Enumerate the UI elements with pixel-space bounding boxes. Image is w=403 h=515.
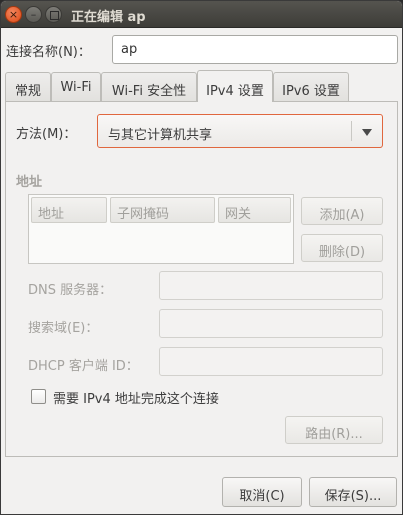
close-window-button[interactable]: × [5,6,22,23]
require-ipv4-label[interactable]: 需要 IPv4 地址完成这个连接 [53,388,219,407]
title-bar[interactable]: × – 正在编辑 ap [1,1,402,28]
delete-address-button[interactable]: 删除(D) [301,234,383,262]
method-label: 方法(M)： [16,127,77,142]
edit-connection-window: × – 正在编辑 ap 连接名称(N)： 常规 Wi-Fi Wi-Fi 安全性 … [0,0,403,515]
close-icon: × [8,8,19,21]
dhcp-client-id-input[interactable] [159,347,383,376]
require-ipv4-checkbox[interactable] [31,389,46,404]
chevron-down-icon [362,129,372,136]
dhcp-client-id-label: DHCP 客户端 ID： [28,359,139,374]
routes-button[interactable]: 路由(R)... [285,416,383,444]
method-dropdown[interactable]: 与其它计算机共享 [97,114,383,148]
address-section-heading: 地址 [16,175,43,190]
minimize-window-button[interactable]: – [25,6,42,23]
dns-servers-input[interactable] [159,271,383,300]
column-header-address: 地址 [31,197,107,223]
tab-general[interactable]: 常规 [5,72,51,101]
tab-wifi[interactable]: Wi-Fi [51,72,101,101]
search-domains-input[interactable] [159,309,383,338]
connection-name-label: 连接名称(N)： [6,45,91,60]
dns-servers-label: DNS 服务器： [28,283,113,298]
tab-ipv4-settings[interactable]: IPv4 设置 [197,70,273,102]
maximize-window-button[interactable] [45,6,62,23]
dropdown-separator [351,121,352,141]
search-domains-label: 搜索域(E)： [28,321,99,336]
cancel-button[interactable]: 取消(C) [222,477,302,507]
column-header-gateway: 网关 [218,197,291,223]
add-address-button[interactable]: 添加(A) [301,197,383,225]
window-title: 正在编辑 ap [71,10,146,25]
address-table: 地址 子网掩码 网关 [28,194,294,264]
method-selected-value: 与其它计算机共享 [108,128,213,143]
tab-wifi-security[interactable]: Wi-Fi 安全性 [101,72,197,101]
tab-ipv6-settings[interactable]: IPv6 设置 [273,72,349,101]
minimize-icon: – [30,8,37,21]
column-header-netmask: 子网掩码 [110,197,215,223]
save-button[interactable]: 保存(S)... [309,477,397,507]
connection-name-input[interactable] [112,35,398,64]
